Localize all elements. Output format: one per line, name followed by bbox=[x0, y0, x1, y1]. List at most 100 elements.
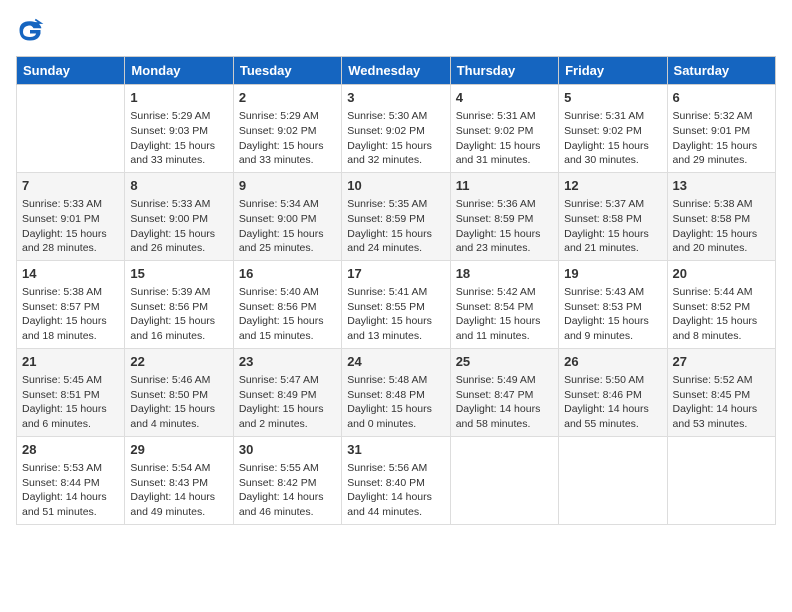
calendar-cell: 1 Sunrise: 5:29 AM Sunset: 9:03 PM Daylig… bbox=[125, 85, 233, 173]
page-header bbox=[16, 16, 776, 44]
calendar-cell: 22Sunrise: 5:46 AM Sunset: 8:50 PM Dayli… bbox=[125, 348, 233, 436]
day-info: Sunrise: 5:37 AM Sunset: 8:58 PM Dayligh… bbox=[564, 197, 661, 256]
day-info: Sunrise: 5:42 AM Sunset: 8:54 PM Dayligh… bbox=[456, 285, 553, 344]
day-info: Sunrise: 5:52 AM Sunset: 8:45 PM Dayligh… bbox=[673, 373, 770, 432]
calendar-cell bbox=[559, 436, 667, 524]
calendar-cell: 4 Sunrise: 5:31 AM Sunset: 9:02 PM Daylig… bbox=[450, 85, 558, 173]
day-info: Sunrise: 5:56 AM Sunset: 8:40 PM Dayligh… bbox=[347, 461, 444, 520]
day-info: Sunrise: 5:29 AM Sunset: 9:02 PM Dayligh… bbox=[239, 109, 336, 168]
calendar-cell: 3 Sunrise: 5:30 AM Sunset: 9:02 PM Daylig… bbox=[342, 85, 450, 173]
day-number: 17 bbox=[347, 265, 444, 283]
calendar-cell: 17Sunrise: 5:41 AM Sunset: 8:55 PM Dayli… bbox=[342, 260, 450, 348]
day-info: Sunrise: 5:47 AM Sunset: 8:49 PM Dayligh… bbox=[239, 373, 336, 432]
header-saturday: Saturday bbox=[667, 57, 775, 85]
calendar-cell bbox=[17, 85, 125, 173]
day-number: 20 bbox=[673, 265, 770, 283]
day-info: Sunrise: 5:32 AM Sunset: 9:01 PM Dayligh… bbox=[673, 109, 770, 168]
calendar-cell: 7 Sunrise: 5:33 AM Sunset: 9:01 PM Daylig… bbox=[17, 172, 125, 260]
calendar-cell: 18Sunrise: 5:42 AM Sunset: 8:54 PM Dayli… bbox=[450, 260, 558, 348]
day-info: Sunrise: 5:48 AM Sunset: 8:48 PM Dayligh… bbox=[347, 373, 444, 432]
day-number: 16 bbox=[239, 265, 336, 283]
header-thursday: Thursday bbox=[450, 57, 558, 85]
day-number: 6 bbox=[673, 89, 770, 107]
day-number: 14 bbox=[22, 265, 119, 283]
calendar-cell: 23 Sunrise: 5:47 AM Sunset: 8:49 PM Dayli… bbox=[233, 348, 341, 436]
calendar-cell: 21 Sunrise: 5:45 AM Sunset: 8:51 PM Dayli… bbox=[17, 348, 125, 436]
day-number: 30 bbox=[239, 441, 336, 459]
day-info: Sunrise: 5:45 AM Sunset: 8:51 PM Dayligh… bbox=[22, 373, 119, 432]
day-number: 23 bbox=[239, 353, 336, 371]
day-number: 4 bbox=[456, 89, 553, 107]
calendar-table: SundayMondayTuesdayWednesdayThursdayFrid… bbox=[16, 56, 776, 525]
calendar-cell: 8 Sunrise: 5:33 AM Sunset: 9:00 PM Daylig… bbox=[125, 172, 233, 260]
day-number: 11 bbox=[456, 177, 553, 195]
day-info: Sunrise: 5:30 AM Sunset: 9:02 PM Dayligh… bbox=[347, 109, 444, 168]
calendar-cell bbox=[450, 436, 558, 524]
calendar-cell: 27 Sunrise: 5:52 AM Sunset: 8:45 PM Dayli… bbox=[667, 348, 775, 436]
calendar-cell: 11 Sunrise: 5:36 AM Sunset: 8:59 PM Dayli… bbox=[450, 172, 558, 260]
day-number: 24 bbox=[347, 353, 444, 371]
calendar-cell: 15 Sunrise: 5:39 AM Sunset: 8:56 PM Dayli… bbox=[125, 260, 233, 348]
day-number: 5 bbox=[564, 89, 661, 107]
day-info: Sunrise: 5:53 AM Sunset: 8:44 PM Dayligh… bbox=[22, 461, 119, 520]
day-number: 21 bbox=[22, 353, 119, 371]
day-number: 2 bbox=[239, 89, 336, 107]
header-monday: Monday bbox=[125, 57, 233, 85]
day-info: Sunrise: 5:38 AM Sunset: 8:57 PM Dayligh… bbox=[22, 285, 119, 344]
day-number: 25 bbox=[456, 353, 553, 371]
calendar-cell: 25 Sunrise: 5:49 AM Sunset: 8:47 PM Dayli… bbox=[450, 348, 558, 436]
day-info: Sunrise: 5:33 AM Sunset: 9:01 PM Dayligh… bbox=[22, 197, 119, 256]
calendar-week-2: 7 Sunrise: 5:33 AM Sunset: 9:01 PM Daylig… bbox=[17, 172, 776, 260]
calendar-cell bbox=[667, 436, 775, 524]
calendar-cell: 13Sunrise: 5:38 AM Sunset: 8:58 PM Dayli… bbox=[667, 172, 775, 260]
calendar-cell: 30 Sunrise: 5:55 AM Sunset: 8:42 PM Dayli… bbox=[233, 436, 341, 524]
calendar-week-1: 1 Sunrise: 5:29 AM Sunset: 9:03 PM Daylig… bbox=[17, 85, 776, 173]
header-friday: Friday bbox=[559, 57, 667, 85]
day-number: 31 bbox=[347, 441, 444, 459]
calendar-week-3: 14 Sunrise: 5:38 AM Sunset: 8:57 PM Dayli… bbox=[17, 260, 776, 348]
day-info: Sunrise: 5:39 AM Sunset: 8:56 PM Dayligh… bbox=[130, 285, 227, 344]
day-info: Sunrise: 5:31 AM Sunset: 9:02 PM Dayligh… bbox=[564, 109, 661, 168]
logo bbox=[16, 16, 46, 44]
day-number: 7 bbox=[22, 177, 119, 195]
calendar-cell: 6 Sunrise: 5:32 AM Sunset: 9:01 PM Daylig… bbox=[667, 85, 775, 173]
calendar-cell: 2 Sunrise: 5:29 AM Sunset: 9:02 PM Daylig… bbox=[233, 85, 341, 173]
calendar-cell: 10 Sunrise: 5:35 AM Sunset: 8:59 PM Dayli… bbox=[342, 172, 450, 260]
calendar-cell: 28 Sunrise: 5:53 AM Sunset: 8:44 PM Dayli… bbox=[17, 436, 125, 524]
day-number: 9 bbox=[239, 177, 336, 195]
day-info: Sunrise: 5:40 AM Sunset: 8:56 PM Dayligh… bbox=[239, 285, 336, 344]
calendar-week-4: 21 Sunrise: 5:45 AM Sunset: 8:51 PM Dayli… bbox=[17, 348, 776, 436]
calendar-cell: 9 Sunrise: 5:34 AM Sunset: 9:00 PM Daylig… bbox=[233, 172, 341, 260]
calendar-header-row: SundayMondayTuesdayWednesdayThursdayFrid… bbox=[17, 57, 776, 85]
day-info: Sunrise: 5:43 AM Sunset: 8:53 PM Dayligh… bbox=[564, 285, 661, 344]
day-info: Sunrise: 5:31 AM Sunset: 9:02 PM Dayligh… bbox=[456, 109, 553, 168]
day-info: Sunrise: 5:34 AM Sunset: 9:00 PM Dayligh… bbox=[239, 197, 336, 256]
day-info: Sunrise: 5:55 AM Sunset: 8:42 PM Dayligh… bbox=[239, 461, 336, 520]
day-number: 28 bbox=[22, 441, 119, 459]
day-number: 1 bbox=[130, 89, 227, 107]
calendar-cell: 14 Sunrise: 5:38 AM Sunset: 8:57 PM Dayli… bbox=[17, 260, 125, 348]
day-info: Sunrise: 5:54 AM Sunset: 8:43 PM Dayligh… bbox=[130, 461, 227, 520]
day-info: Sunrise: 5:29 AM Sunset: 9:03 PM Dayligh… bbox=[130, 109, 227, 168]
calendar-cell: 26Sunrise: 5:50 AM Sunset: 8:46 PM Dayli… bbox=[559, 348, 667, 436]
day-number: 8 bbox=[130, 177, 227, 195]
header-wednesday: Wednesday bbox=[342, 57, 450, 85]
day-info: Sunrise: 5:33 AM Sunset: 9:00 PM Dayligh… bbox=[130, 197, 227, 256]
day-number: 10 bbox=[347, 177, 444, 195]
calendar-cell: 16 Sunrise: 5:40 AM Sunset: 8:56 PM Dayli… bbox=[233, 260, 341, 348]
calendar-cell: 19Sunrise: 5:43 AM Sunset: 8:53 PM Dayli… bbox=[559, 260, 667, 348]
calendar-cell: 5 Sunrise: 5:31 AM Sunset: 9:02 PM Daylig… bbox=[559, 85, 667, 173]
day-info: Sunrise: 5:35 AM Sunset: 8:59 PM Dayligh… bbox=[347, 197, 444, 256]
day-info: Sunrise: 5:49 AM Sunset: 8:47 PM Dayligh… bbox=[456, 373, 553, 432]
calendar-cell: 20Sunrise: 5:44 AM Sunset: 8:52 PM Dayli… bbox=[667, 260, 775, 348]
day-number: 15 bbox=[130, 265, 227, 283]
day-number: 29 bbox=[130, 441, 227, 459]
day-number: 13 bbox=[673, 177, 770, 195]
day-number: 3 bbox=[347, 89, 444, 107]
calendar-cell: 12 Sunrise: 5:37 AM Sunset: 8:58 PM Dayli… bbox=[559, 172, 667, 260]
day-info: Sunrise: 5:36 AM Sunset: 8:59 PM Dayligh… bbox=[456, 197, 553, 256]
day-number: 12 bbox=[564, 177, 661, 195]
day-number: 27 bbox=[673, 353, 770, 371]
calendar-cell: 24 Sunrise: 5:48 AM Sunset: 8:48 PM Dayli… bbox=[342, 348, 450, 436]
calendar-cell: 31 Sunrise: 5:56 AM Sunset: 8:40 PM Dayli… bbox=[342, 436, 450, 524]
